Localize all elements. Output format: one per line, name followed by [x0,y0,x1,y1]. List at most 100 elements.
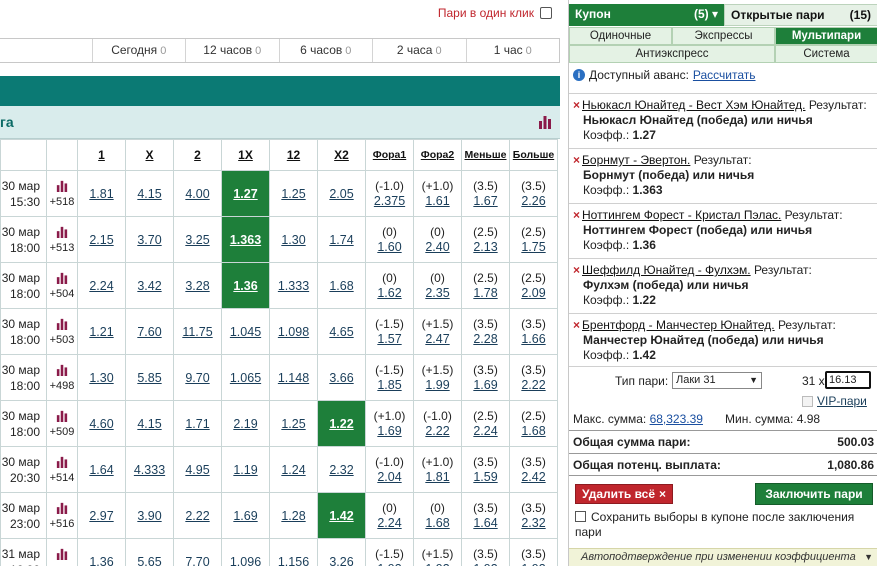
handicap-cell[interactable]: (0) 1.62 [365,262,414,309]
odds-cell[interactable]: 4.15 [125,170,174,217]
remove-selection-icon[interactable]: × [573,318,580,332]
more-markets-count[interactable]: +498 [50,380,75,392]
odds-cell[interactable]: 1.71 [173,400,222,447]
stats-icon[interactable] [47,410,77,424]
remove-selection-icon[interactable]: × [573,153,580,167]
odds-cell[interactable]: 1.24 [269,446,318,493]
handicap-cell[interactable]: (3.5) 1.64 [461,492,510,539]
stats-icon[interactable] [538,115,552,132]
selection-match[interactable]: Ньюкасл Юнайтед - Вест Хэм Юнайтед. [582,98,805,112]
odds-cell[interactable]: 2.22 [173,492,222,539]
column-header[interactable]: X2 [317,139,366,171]
more-markets-count[interactable]: +509 [50,426,75,438]
tab-open-bets[interactable]: Открытые пари (15) [724,4,877,26]
odds-cell[interactable]: 1.21 [77,308,126,355]
odds-cell[interactable]: 4.15 [125,400,174,447]
autoconfirm-bar[interactable]: Автоподтверждение при изменении коэффици… [569,548,877,566]
odds-cell[interactable]: 1.096 [221,538,270,566]
handicap-cell[interactable]: (3.5) 2.28 [461,308,510,355]
odds-cell[interactable]: 3.66 [317,354,366,401]
odds-cell[interactable]: 1.68 [317,262,366,309]
odds-cell[interactable]: 4.333 [125,446,174,493]
handicap-cell[interactable]: (-1.0) 2.22 [413,400,462,447]
one-click-checkbox[interactable] [540,7,552,19]
handicap-cell[interactable]: (2.5) 1.68 [509,400,558,447]
remove-selection-icon[interactable]: × [573,208,580,222]
stats-icon[interactable] [47,364,77,378]
more-markets-count[interactable]: +514 [50,472,75,484]
handicap-cell[interactable]: (-1.5) 1.57 [365,308,414,355]
handicap-cell[interactable]: (-1.5) 1.85 [365,354,414,401]
column-header[interactable]: 1X [221,139,270,171]
tab-multi[interactable]: Мультипари [775,27,877,45]
odds-cell[interactable]: 1.74 [317,216,366,263]
odds-cell[interactable]: 1.045 [221,308,270,355]
max-sum-link[interactable]: 68,323.39 [650,412,703,426]
selection-match[interactable]: Брентфорд - Манчестер Юнайтед. [582,318,775,332]
handicap-cell[interactable]: (-1.0) 2.04 [365,446,414,493]
odds-cell[interactable]: 1.30 [269,216,318,263]
stats-icon[interactable] [47,502,77,516]
odds-cell[interactable]: 3.42 [125,262,174,309]
odds-cell[interactable]: 4.00 [173,170,222,217]
odds-cell[interactable]: 7.60 [125,308,174,355]
stats-icon[interactable] [47,456,77,470]
odds-cell[interactable]: 2.15 [77,216,126,263]
keep-selections-checkbox[interactable] [575,511,586,522]
odds-cell[interactable]: 1.098 [269,308,318,355]
more-markets-cell[interactable]: + [46,538,78,566]
odds-cell[interactable]: 5.65 [125,538,174,566]
odds-cell[interactable]: 7.70 [173,538,222,566]
handicap-cell[interactable]: (+1.5) 2.47 [413,308,462,355]
selection-match[interactable]: Шеффилд Юнайтед - Фулхэм. [582,263,751,277]
handicap-cell[interactable]: (+1.0) 1.81 [413,446,462,493]
stats-icon[interactable] [47,272,77,286]
more-markets-count[interactable]: +513 [50,242,75,254]
stats-icon[interactable] [47,548,77,562]
odds-cell[interactable]: 4.95 [173,446,222,493]
handicap-cell[interactable]: (+1.0) 1.61 [413,170,462,217]
handicap-cell[interactable]: (3.5) 2.26 [509,170,558,217]
odds-cell[interactable]: 3.25 [173,216,222,263]
column-header[interactable]: Фора2 [413,139,462,171]
handicap-cell[interactable]: (0) 2.24 [365,492,414,539]
odds-cell[interactable]: 1.30 [77,354,126,401]
handicap-cell[interactable]: (3.5) 2.32 [509,492,558,539]
delete-all-button[interactable]: Удалить всё × [575,484,674,504]
handicap-cell[interactable]: (0) 2.40 [413,216,462,263]
handicap-cell[interactable]: (-1.5)1.93 [365,538,414,566]
odds-cell[interactable]: 1.81 [77,170,126,217]
time-filter-item[interactable] [0,39,92,62]
handicap-cell[interactable]: (3.5)1.93 [509,538,558,566]
time-filter-item[interactable]: Сегодня 0 [91,39,186,62]
odds-cell[interactable]: 4.60 [77,400,126,447]
handicap-cell[interactable]: (3.5) 1.67 [461,170,510,217]
odds-cell[interactable]: 1.25 [269,400,318,447]
column-header[interactable]: Фора1 [365,139,414,171]
tab-single[interactable]: Одиночные [569,27,672,45]
time-filter-item[interactable]: 6 часов 0 [278,39,373,62]
odds-cell[interactable]: 1.36 [221,262,270,309]
handicap-cell[interactable]: (0) 1.68 [413,492,462,539]
odds-cell[interactable]: 1.363 [221,216,270,263]
odds-cell[interactable]: 1.25 [269,170,318,217]
tab-system[interactable]: Система [775,45,877,63]
odds-cell[interactable]: 3.26 [317,538,366,566]
more-markets-cell[interactable]: +514 [46,446,78,493]
stake-input[interactable]: 16.13 [825,371,871,389]
column-header[interactable]: 2 [173,139,222,171]
column-header[interactable]: Больше [509,139,558,171]
handicap-cell[interactable]: (2.5) 2.09 [509,262,558,309]
odds-cell[interactable]: 1.065 [221,354,270,401]
stats-icon[interactable] [47,226,77,240]
odds-cell[interactable]: 3.28 [173,262,222,309]
handicap-cell[interactable]: (3.5) 2.22 [509,354,558,401]
selection-match[interactable]: Борнмут - Эвертон. [582,153,690,167]
odds-cell[interactable]: 9.70 [173,354,222,401]
odds-cell[interactable]: 1.42 [317,492,366,539]
handicap-cell[interactable]: (+1.0) 1.69 [365,400,414,447]
odds-cell[interactable]: 2.97 [77,492,126,539]
column-header[interactable]: X [125,139,174,171]
odds-cell[interactable]: 1.22 [317,400,366,447]
more-markets-count[interactable]: +504 [50,288,75,300]
